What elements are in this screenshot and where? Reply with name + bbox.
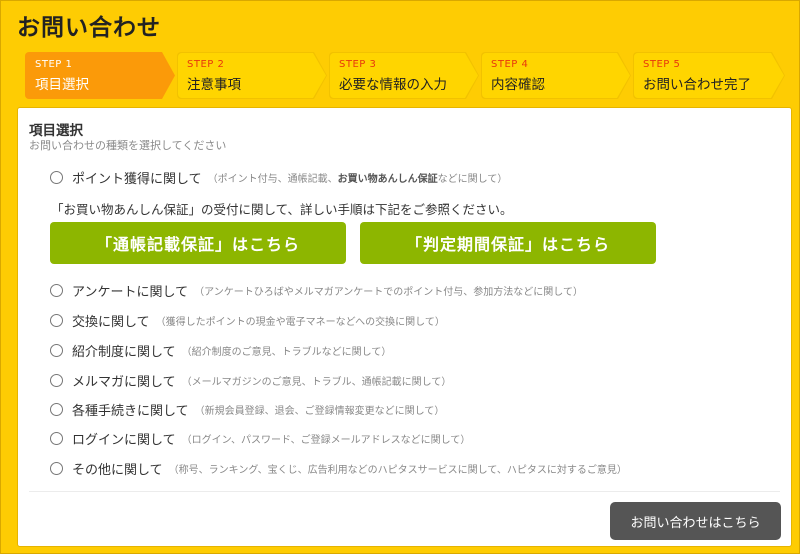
step-number: STEP 5 (643, 59, 681, 70)
option-procedures[interactable]: 各種手続きに関して （新規会員登録、退会、ご登録情報変更などに関して） (50, 399, 444, 419)
step-progress: STEP 1 項目選択 STEP 2 注意事項 STEP 3 必要な情報の入力 … (25, 52, 785, 99)
radio-button[interactable] (50, 170, 63, 184)
step-number: STEP 3 (339, 59, 377, 70)
step-number: STEP 1 (35, 59, 73, 70)
period-guarantee-button[interactable]: 「判定期間保証」はこちら (360, 222, 656, 264)
option-newsletter[interactable]: メルマガに関して （メールマガジンのご意見、トラブル、通帳記載に関して） (50, 370, 451, 390)
option-label: アンケートに関して (72, 284, 189, 300)
inquiry-panel: 項目選択 お問い合わせの種類を選択してください ポイント獲得に関して （ポイント… (17, 107, 792, 547)
step-number: STEP 4 (491, 59, 529, 70)
option-survey[interactable]: アンケートに関して （アンケートひろばやメルマガアンケートでのポイント付与、参加… (50, 280, 583, 300)
divider (29, 491, 780, 492)
option-other[interactable]: その他に関して （称号、ランキング、宝くじ、広告利用などのハピタスサービスに関し… (50, 458, 627, 478)
guarantee-notice: 「お買い物あんしん保証」の受付に関して、詳しい手順は下記をご参照ください。 (51, 202, 513, 217)
radio-button[interactable] (50, 313, 63, 327)
step-3: STEP 3 必要な情報の入力 (329, 52, 479, 99)
step-2: STEP 2 注意事項 (177, 52, 327, 99)
step-label: お問い合わせ完了 (643, 77, 751, 93)
option-note: （新規会員登録、退会、ご登録情報変更などに関して） (194, 405, 445, 417)
option-note: （アンケートひろばやメルマガアンケートでのポイント付与、参加方法などに関して） (194, 286, 583, 298)
option-label: ポイント獲得に関して (72, 171, 202, 187)
step-5: STEP 5 お問い合わせ完了 (633, 52, 785, 99)
option-exchange[interactable]: 交換に関して （獲得したポイントの現金や電子マネーなどへの交換に関して） (50, 310, 445, 330)
option-label: ログインに関して (72, 432, 176, 448)
option-note: （メールマガジンのご意見、トラブル、通帳記載に関して） (181, 376, 452, 388)
option-label: 各種手続きに関して (72, 403, 189, 419)
section-subtitle: お問い合わせの種類を選択してください (29, 139, 227, 152)
radio-button[interactable] (50, 373, 63, 387)
option-note: （称号、ランキング、宝くじ、広告利用などのハピタスサービスに関して、ハピタスに対… (168, 464, 627, 476)
option-label: 紹介制度に関して (72, 344, 176, 360)
step-label: 必要な情報の入力 (339, 77, 447, 93)
passbook-guarantee-button[interactable]: 「通帳記載保証」はこちら (50, 222, 346, 264)
submit-inquiry-button[interactable]: お問い合わせはこちら (610, 502, 781, 540)
option-referral[interactable]: 紹介制度に関して （紹介制度のご意見、トラブルなどに関して） (50, 340, 391, 360)
step-4: STEP 4 内容確認 (481, 52, 631, 99)
radio-button[interactable] (50, 343, 63, 357)
option-note: （紹介制度のご意見、トラブルなどに関して） (181, 346, 392, 358)
step-1: STEP 1 項目選択 (25, 52, 175, 99)
step-label: 注意事項 (187, 77, 241, 93)
radio-button[interactable] (50, 283, 63, 297)
option-label: 交換に関して (72, 314, 150, 330)
option-note: （獲得したポイントの現金や電子マネーなどへの交換に関して） (155, 316, 445, 328)
radio-button[interactable] (50, 402, 63, 416)
option-login[interactable]: ログインに関して （ログイン、パスワード、ご登録メールアドレスなどに関して） (50, 428, 470, 448)
section-title: 項目選択 (29, 123, 83, 139)
step-label: 内容確認 (491, 77, 545, 93)
radio-button[interactable] (50, 461, 63, 475)
page-title: お問い合わせ (17, 15, 161, 41)
option-points[interactable]: ポイント獲得に関して （ポイント付与、通帳記載、お買い物あんしん保証などに関して… (50, 167, 507, 187)
option-label: その他に関して (72, 462, 163, 478)
step-number: STEP 2 (187, 59, 225, 70)
option-label: メルマガに関して (72, 374, 176, 390)
step-label: 項目選択 (35, 77, 89, 93)
option-note: （ポイント付与、通帳記載、お買い物あんしん保証などに関して） (207, 173, 508, 185)
option-note: （ログイン、パスワード、ご登録メールアドレスなどに関して） (181, 434, 471, 446)
radio-button[interactable] (50, 431, 63, 445)
